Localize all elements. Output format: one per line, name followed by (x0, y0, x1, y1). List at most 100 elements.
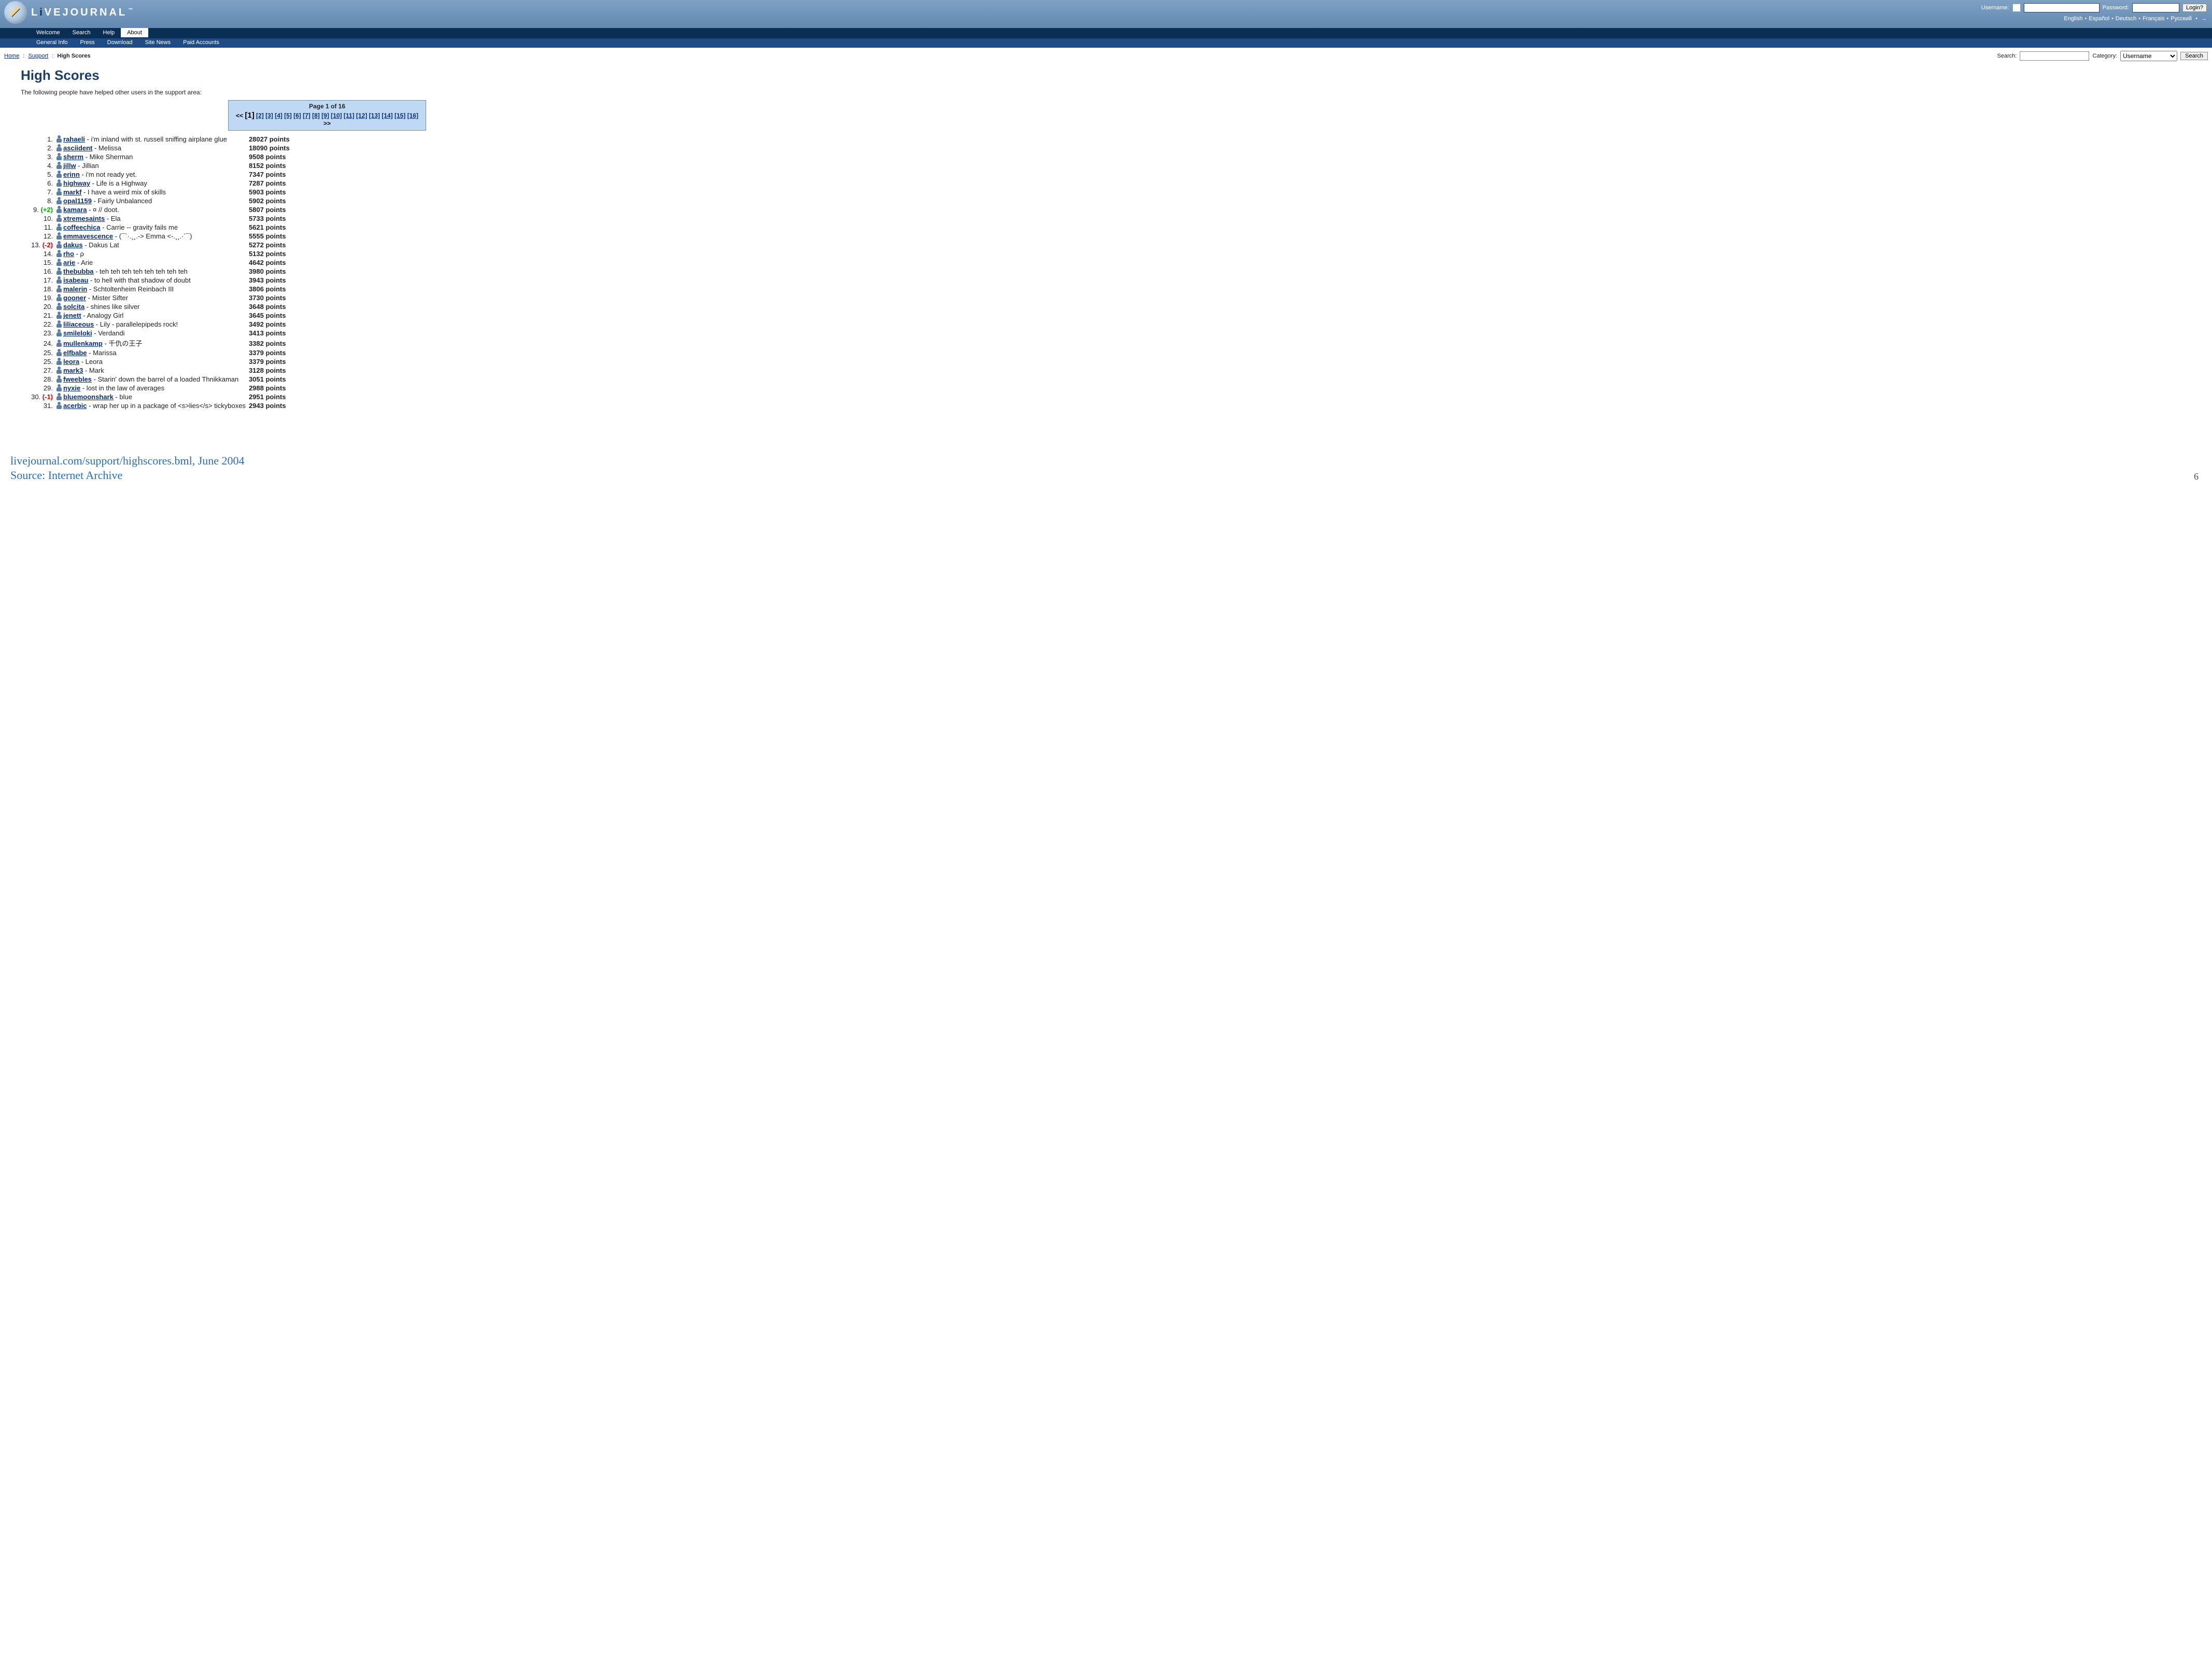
language-link[interactable]: Español (2089, 16, 2109, 22)
nav-tab-help[interactable]: Help (97, 28, 121, 37)
user-link[interactable]: rho (63, 250, 74, 258)
nav-tab-search[interactable]: Search (66, 28, 97, 37)
paginator-page[interactable]: [7] (303, 112, 311, 119)
user-link[interactable]: sherm (63, 153, 83, 161)
user-link[interactable]: nyxie (63, 384, 80, 392)
subnav-general-info[interactable]: General Info (30, 38, 74, 47)
points-cell: 5902 points (249, 196, 293, 205)
user-link[interactable]: liliaceous (63, 320, 94, 328)
user-tagline: - Carrie -- gravity fails me (101, 223, 178, 231)
user-tagline: - Marissa (87, 349, 117, 357)
nav-tab-welcome[interactable]: Welcome (30, 28, 66, 37)
paginator-page[interactable]: [2] (256, 112, 264, 119)
user-link[interactable]: erinn (63, 171, 80, 178)
caption-line1: livejournal.com/support/highscores.bml, … (10, 454, 245, 469)
breadcrumb-support[interactable]: Support (29, 53, 49, 59)
user-link[interactable]: mark3 (63, 367, 83, 374)
subnav-download[interactable]: Download (101, 38, 139, 47)
subnav-press[interactable]: Press (74, 38, 101, 47)
user-link[interactable]: asciident (63, 144, 92, 152)
username-input[interactable] (2024, 3, 2100, 12)
paginator-page[interactable]: [5] (284, 112, 292, 119)
search-button[interactable]: Search (2180, 52, 2208, 60)
user-link[interactable]: elfbabe (63, 349, 87, 357)
user-link[interactable]: opal1159 (63, 197, 92, 205)
user-icon (56, 215, 62, 222)
paginator-page[interactable]: [16] (407, 112, 418, 119)
user-link[interactable]: xtremesaints (63, 215, 105, 222)
user-icon (56, 144, 62, 151)
paginator-page[interactable]: [6] (293, 112, 301, 119)
user-link[interactable]: leora (63, 358, 79, 365)
user-link[interactable]: isabeau (63, 276, 88, 284)
paginator-page[interactable]: [9] (321, 112, 329, 119)
user-tagline: - Arie (75, 259, 93, 266)
user-link[interactable]: smileloki (63, 329, 92, 337)
user-link[interactable]: mullenkamp (63, 340, 103, 347)
user-link[interactable]: thebubba (63, 268, 94, 275)
language-link[interactable]: Русский (2171, 16, 2192, 22)
user-link[interactable]: bluemoonshark (63, 393, 114, 401)
user-link[interactable]: fweebles (63, 375, 92, 383)
intro-text: The following people have helped other u… (21, 89, 2191, 96)
language-more[interactable]: → (2201, 16, 2207, 22)
user-tagline: - wrap her up in a package of <s>lies</s… (87, 402, 246, 410)
table-row: 3.sherm - Mike Sherman9508 points (29, 152, 293, 161)
points-cell: 28027 points (249, 135, 293, 144)
rank-cell: 19. (29, 293, 56, 302)
user-link[interactable]: markf (63, 188, 81, 196)
user-link[interactable]: acerbic (63, 402, 87, 410)
user-link[interactable]: malerin (63, 285, 87, 293)
subnav-site-news[interactable]: Site News (139, 38, 177, 47)
subnav-paid-accounts[interactable]: Paid Accounts (177, 38, 226, 47)
user-cell: leora - Leora (56, 357, 249, 366)
rank-cell: 30. (-1) (29, 392, 56, 401)
paginator-page[interactable]: [14] (382, 112, 392, 119)
user-link[interactable]: emmavescence (63, 232, 113, 240)
user-link[interactable]: gooner (63, 294, 86, 302)
user-cell: opal1159 - Fairly Unbalanced (56, 196, 249, 205)
user-link[interactable]: kamara (63, 206, 87, 214)
paginator-page[interactable]: [15] (395, 112, 405, 119)
paginator-page[interactable]: [8] (312, 112, 320, 119)
user-cell: sherm - Mike Sherman (56, 152, 249, 161)
paginator-page[interactable]: [11] (344, 112, 355, 119)
category-select[interactable]: Username (2120, 51, 2177, 61)
paginator-page[interactable]: [12] (356, 112, 367, 119)
paginator-page[interactable]: [13] (369, 112, 380, 119)
paginator-next[interactable]: >> (323, 120, 331, 127)
user-cell: elfbabe - Marissa (56, 348, 249, 357)
user-link[interactable]: solcita (63, 303, 84, 311)
username-label: Username: (1981, 5, 2009, 11)
user-link[interactable]: coffeechica (63, 223, 101, 231)
search-input[interactable] (2020, 51, 2089, 61)
login-button[interactable]: Login? (2182, 4, 2207, 12)
password-input[interactable] (2132, 3, 2179, 12)
language-link[interactable]: Deutsch (2116, 16, 2136, 22)
rank-cell: 8. (29, 196, 56, 205)
user-link[interactable]: jenett (63, 312, 81, 319)
user-link[interactable]: jillw (63, 162, 76, 170)
points-cell: 3051 points (249, 375, 293, 384)
language-link[interactable]: English (2064, 16, 2082, 22)
rank-cell: 17. (29, 276, 56, 285)
language-link[interactable]: Français (2143, 16, 2164, 22)
paginator-prev[interactable]: << (236, 112, 243, 119)
table-row: 1.rahaeli - i'm inland with st. russell … (29, 135, 293, 144)
user-link[interactable]: rahaeli (63, 135, 85, 143)
user-link[interactable]: dakus (63, 241, 83, 249)
breadcrumb-home[interactable]: Home (4, 53, 19, 59)
nav-tab-about[interactable]: About (121, 28, 148, 37)
user-icon (56, 384, 62, 391)
paginator-page[interactable]: [3] (265, 112, 273, 119)
site-logo[interactable]: LiVEJOURNAL™ (4, 1, 133, 24)
user-cell: smileloki - Verdandi (56, 329, 249, 338)
user-link[interactable]: highway (63, 179, 90, 187)
user-tagline: - Melissa (92, 144, 121, 152)
points-cell: 3128 points (249, 366, 293, 375)
user-link[interactable]: arie (63, 259, 75, 266)
table-row: 28.fweebles - Starin' down the barrel of… (29, 375, 293, 384)
paginator-page[interactable]: [4] (275, 112, 283, 119)
user-tagline: - 千仇の王子 (103, 340, 143, 347)
paginator-page[interactable]: [10] (331, 112, 342, 119)
